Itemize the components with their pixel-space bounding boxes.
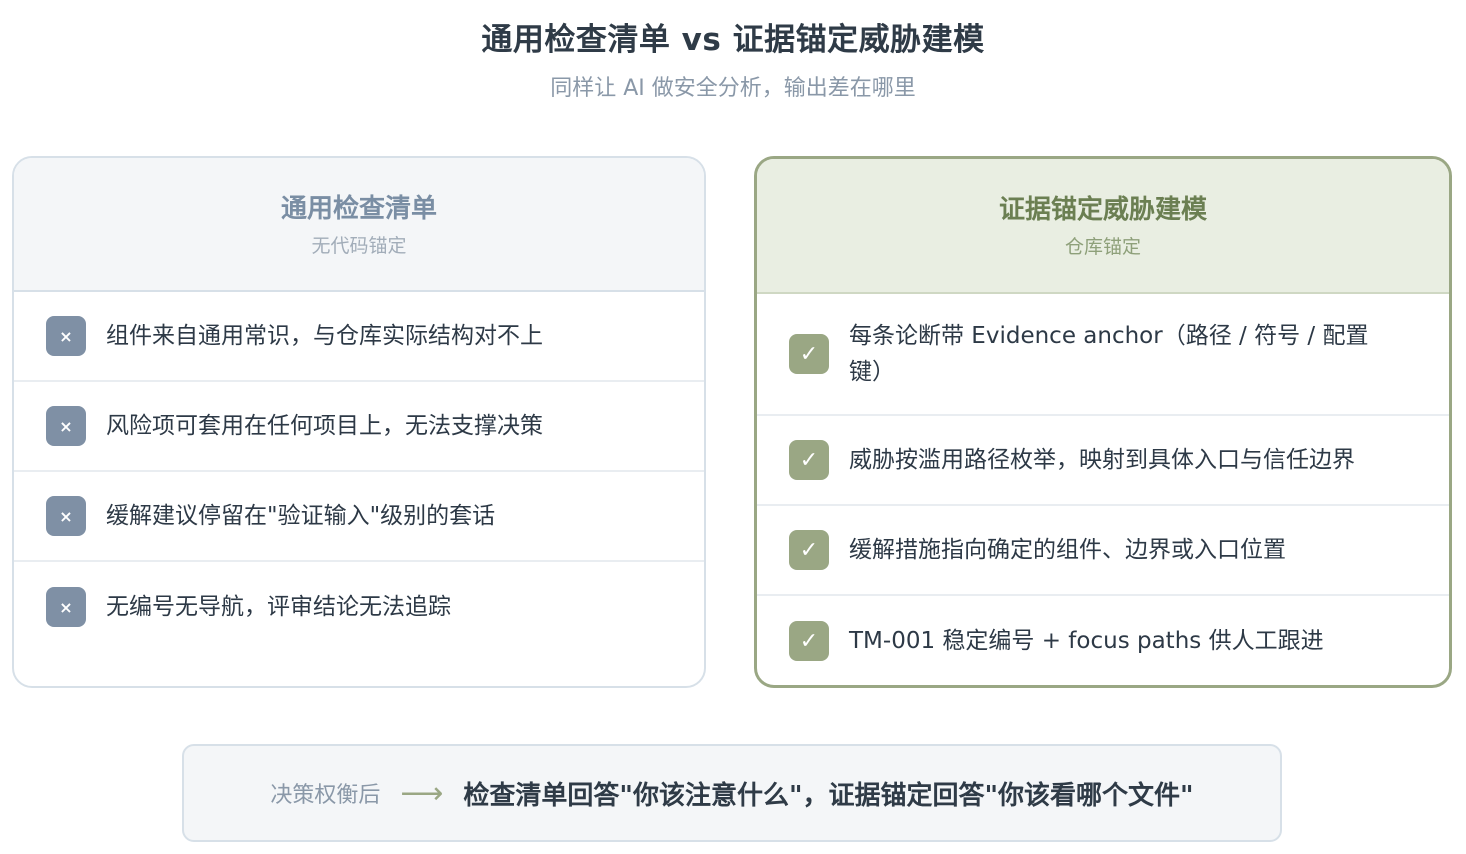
- cross-icon: ×: [46, 587, 86, 627]
- list-item-text: TM-001 稳定编号 + focus paths 供人工跟进: [849, 628, 1324, 654]
- evidence-threat-model-header: 证据锚定威胁建模 仓库锚定: [757, 159, 1449, 294]
- check-icon: ✓: [789, 621, 829, 661]
- list-item-text: 组件来自通用常识，与仓库实际结构对不上: [106, 323, 543, 349]
- generic-checklist-header: 通用检查清单 无代码锚定: [14, 158, 704, 292]
- evidence-threat-model-panel: 证据锚定威胁建模 仓库锚定 ✓ 每条论断带 Evidence anchor（路径…: [754, 156, 1452, 688]
- list-item-text: 缓解建议停留在"验证输入"级别的套话: [106, 503, 496, 529]
- list-item-text: 威胁按滥用路径枚举，映射到具体入口与信任边界: [849, 447, 1355, 473]
- cross-icon: ×: [46, 316, 86, 356]
- generic-checklist-title: 通用检查清单: [280, 194, 437, 224]
- list-item-text: 缓解措施指向确定的组件、边界或入口位置: [849, 537, 1286, 563]
- check-icon: ✓: [789, 530, 829, 570]
- list-item-text: 无编号无导航，评审结论无法追踪: [106, 594, 451, 620]
- list-item: ✓ 缓解措施指向确定的组件、边界或入口位置: [757, 506, 1449, 596]
- list-item: ✓ TM-001 稳定编号 + focus paths 供人工跟进: [757, 596, 1449, 685]
- page-subtitle: 同样让 AI 做安全分析，输出差在哪里: [550, 76, 916, 101]
- check-icon: ✓: [789, 334, 829, 374]
- generic-checklist-subtitle: 无代码锚定: [311, 235, 407, 257]
- check-icon: ✓: [789, 440, 829, 480]
- arrow-right-icon: ⟶: [400, 775, 444, 811]
- list-item: × 缓解建议停留在"验证输入"级别的套话: [14, 472, 704, 562]
- decision-summary: 决策权衡后 ⟶ 检查清单回答"你该注意什么"，证据锚定回答"你该看哪个文件": [182, 744, 1282, 842]
- decision-text: 检查清单回答"你该注意什么"，证据锚定回答"你该看哪个文件": [463, 780, 1194, 811]
- cross-icon: ×: [46, 406, 86, 446]
- list-item-text: 风险项可套用在任何项目上，无法支撑决策: [106, 413, 543, 439]
- list-item: × 无编号无导航，评审结论无法追踪: [14, 562, 704, 652]
- cross-icon: ×: [46, 496, 86, 536]
- page-title: 通用检查清单 vs 证据锚定威胁建模: [481, 22, 985, 58]
- decision-label: 决策权衡后: [270, 783, 381, 808]
- list-item: × 风险项可套用在任何项目上，无法支撑决策: [14, 382, 704, 472]
- evidence-threat-model-subtitle: 仓库锚定: [1064, 236, 1141, 258]
- list-item: ✓ 每条论断带 Evidence anchor（路径 / 符号 / 配置键）: [757, 294, 1449, 416]
- list-item: ✓ 威胁按滥用路径枚举，映射到具体入口与信任边界: [757, 416, 1449, 506]
- list-item: × 组件来自通用常识，与仓库实际结构对不上: [14, 292, 704, 382]
- generic-checklist-panel: 通用检查清单 无代码锚定 × 组件来自通用常识，与仓库实际结构对不上 × 风险项…: [12, 156, 706, 688]
- list-item-text: 每条论断带 Evidence anchor（路径 / 符号 / 配置键）: [849, 323, 1369, 385]
- evidence-threat-model-title: 证据锚定威胁建模: [998, 195, 1207, 225]
